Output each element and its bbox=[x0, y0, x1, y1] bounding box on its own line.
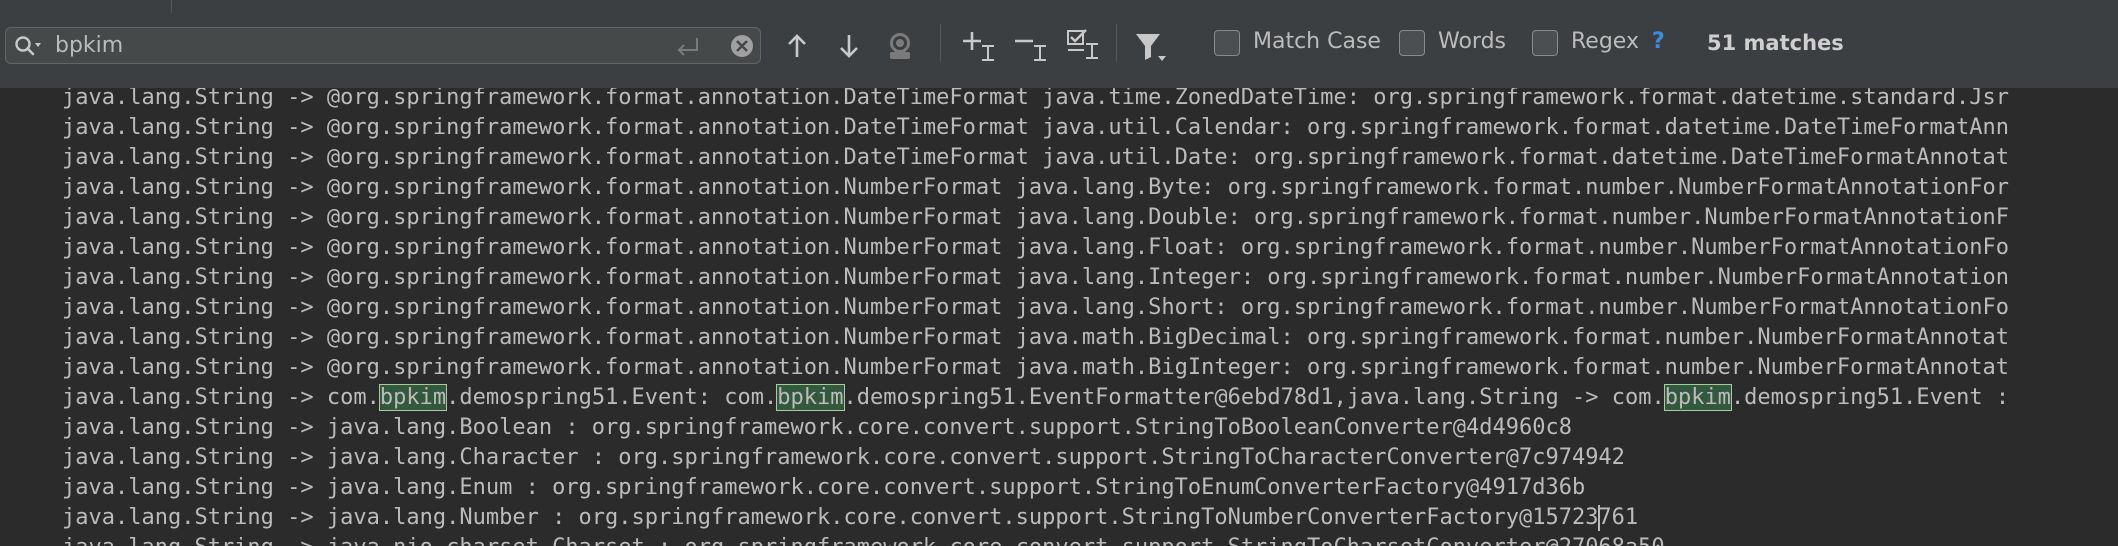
search-field[interactable]: bpkim bbox=[5, 27, 761, 64]
find-all-icon[interactable] bbox=[885, 30, 915, 62]
words-checkbox[interactable] bbox=[1399, 30, 1425, 56]
filter-icon[interactable] bbox=[1134, 30, 1168, 64]
search-icon[interactable] bbox=[14, 35, 42, 57]
console-text: java.lang.String -> @org.springframework… bbox=[62, 88, 2010, 110]
console-line: java.lang.String -> @org.springframework… bbox=[62, 173, 2009, 203]
console-line: java.lang.String -> @org.springframework… bbox=[62, 143, 2009, 173]
console-text: .demospring51.EventFormatter@6ebd78d1,ja… bbox=[843, 385, 1665, 410]
match-case-checkbox[interactable] bbox=[1214, 30, 1240, 56]
search-input[interactable]: bpkim bbox=[55, 33, 123, 58]
console-line: java.lang.String -> @org.springframework… bbox=[62, 88, 2009, 113]
console-line: java.lang.String -> @org.springframework… bbox=[62, 293, 2009, 323]
tool-window-tab-strip bbox=[0, 0, 2118, 21]
console-output[interactable]: java.lang.String -> @org.springframework… bbox=[0, 88, 2118, 546]
search-match-highlight: bpkim bbox=[378, 384, 448, 411]
enter-icon[interactable] bbox=[674, 35, 702, 57]
console-text: java.lang.String -> java.lang.Enum : org… bbox=[62, 475, 1586, 500]
console-line: java.lang.String -> java.lang.Character … bbox=[62, 443, 1625, 473]
console-text: java.lang.String -> @org.springframework… bbox=[62, 325, 2010, 350]
match-case-label[interactable]: Match Case bbox=[1253, 29, 1381, 54]
arrow-down-icon[interactable] bbox=[838, 32, 860, 60]
text-caret bbox=[1598, 505, 1601, 531]
search-match-highlight: bpkim bbox=[776, 384, 845, 411]
toolbar-divider bbox=[940, 24, 941, 62]
search-match-highlight: bpkim bbox=[1663, 384, 1732, 411]
console-line: java.lang.String -> @org.springframework… bbox=[62, 323, 2009, 353]
console-text: .demospring51.Event : bbox=[1730, 385, 2010, 410]
console-line: java.lang.String -> @org.springframework… bbox=[62, 263, 2009, 293]
console-text: java.lang.String -> @org.springframework… bbox=[62, 265, 2010, 290]
console-text: java.lang.String -> @org.springframework… bbox=[62, 145, 2010, 170]
console-line: java.lang.String -> @org.springframework… bbox=[62, 203, 2009, 233]
toolbar-divider bbox=[1116, 24, 1117, 62]
find-bar: bpkim Match Case Words Regex ? 51 matche… bbox=[0, 20, 2118, 89]
console-text: java.lang.String -> @org.springframework… bbox=[62, 115, 2010, 140]
add-occurrence-icon[interactable] bbox=[962, 30, 998, 62]
console-line: java.lang.String -> @org.springframework… bbox=[62, 233, 2009, 263]
console-text: java.lang.String -> java.nio.charset.Cha… bbox=[62, 535, 1665, 546]
words-label[interactable]: Words bbox=[1438, 29, 1506, 54]
console-line: java.lang.String -> java.lang.Number : o… bbox=[62, 503, 1638, 533]
regex-help-link[interactable]: ? bbox=[1652, 29, 1665, 54]
regex-checkbox[interactable] bbox=[1532, 30, 1558, 56]
console-text: java.lang.String -> java.lang.Character … bbox=[62, 445, 1625, 470]
console-text: java.lang.String -> @org.springframework… bbox=[62, 235, 2010, 260]
remove-occurrence-icon[interactable] bbox=[1014, 30, 1050, 62]
console-text: java.lang.String -> com. bbox=[62, 385, 380, 410]
clear-icon[interactable] bbox=[730, 34, 754, 58]
console-text: java.lang.String -> @org.springframework… bbox=[62, 355, 2010, 380]
console-line: java.lang.String -> @org.springframework… bbox=[62, 353, 2009, 383]
console-text: java.lang.String -> java.lang.Number : o… bbox=[62, 505, 1639, 530]
console-line: java.lang.String -> com.bpkim.demospring… bbox=[62, 383, 2009, 413]
tab-divider bbox=[171, 0, 172, 13]
console-text: java.lang.String -> @org.springframework… bbox=[62, 295, 2010, 320]
regex-label[interactable]: Regex bbox=[1571, 29, 1639, 54]
select-all-occurrences-icon[interactable] bbox=[1066, 28, 1102, 60]
console-line: java.lang.String -> java.lang.Boolean : … bbox=[62, 413, 1572, 443]
console-text: java.lang.String -> @org.springframework… bbox=[62, 175, 2010, 200]
console-text: .demospring51.Event: com. bbox=[446, 385, 778, 410]
console-line: java.lang.String -> java.lang.Enum : org… bbox=[62, 473, 1585, 503]
console-text: java.lang.String -> java.lang.Boolean : … bbox=[62, 415, 1572, 440]
match-count: 51 matches bbox=[1707, 31, 1844, 55]
console-line: java.lang.String -> java.nio.charset.Cha… bbox=[62, 533, 1665, 546]
arrow-up-icon[interactable] bbox=[786, 32, 808, 60]
console-line: java.lang.String -> @org.springframework… bbox=[62, 113, 2009, 143]
console-text: java.lang.String -> @org.springframework… bbox=[62, 205, 2010, 230]
